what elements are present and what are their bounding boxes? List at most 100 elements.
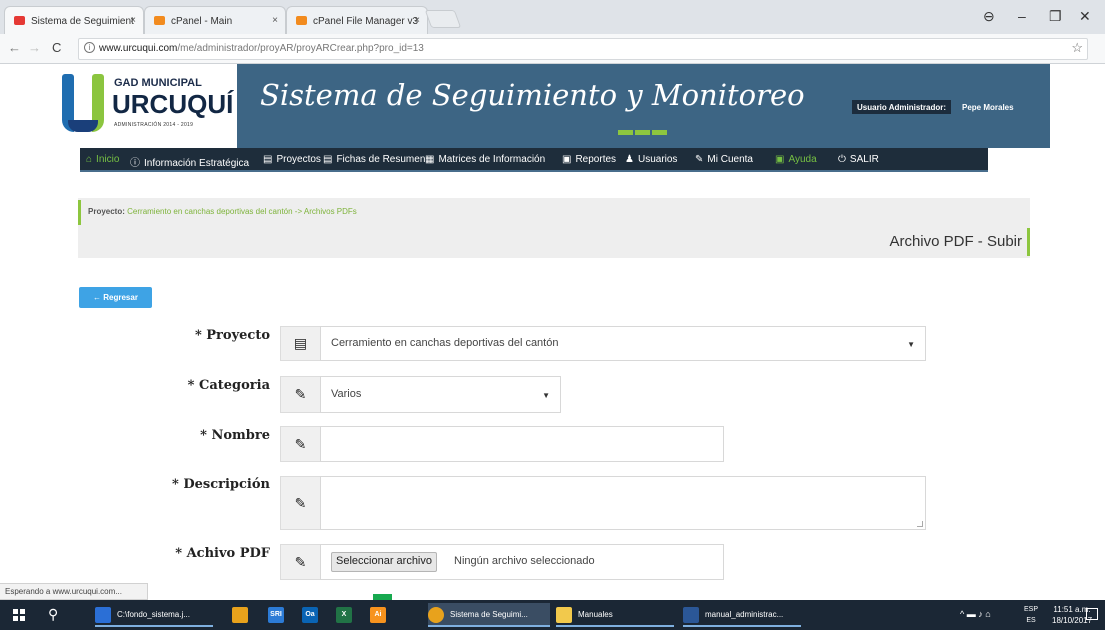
menu-label: SALIR bbox=[849, 154, 879, 165]
word-icon bbox=[683, 607, 699, 623]
menu-item-inicio[interactable]: ⌂ Inicio bbox=[86, 154, 119, 165]
book-icon: ▤ bbox=[263, 154, 273, 165]
chevron-down-icon: ▼ bbox=[542, 391, 550, 400]
pencil-icon: ✎ bbox=[280, 476, 320, 530]
info-icon[interactable]: i bbox=[84, 42, 95, 53]
menu-label: Reportes bbox=[575, 154, 617, 165]
breadcrumb-accent bbox=[78, 200, 81, 225]
excel-icon[interactable]: X bbox=[336, 607, 352, 623]
user-role-label: Usuario Administrador: bbox=[852, 100, 952, 114]
archivo-file-input[interactable]: Seleccionar archivo Ningún archivo selec… bbox=[320, 544, 724, 580]
bookmark-star-icon[interactable]: ☆ bbox=[1071, 40, 1083, 56]
new-tab-button[interactable] bbox=[424, 10, 462, 28]
minimize-button[interactable]: – bbox=[1018, 8, 1026, 24]
outlook-icon[interactable]: Oa bbox=[302, 607, 318, 623]
windows-start-icon[interactable] bbox=[13, 609, 25, 621]
taskbar-app-label: C:\fondo_sistema.j... bbox=[117, 610, 190, 619]
user-name: Pepe Morales bbox=[962, 103, 1014, 112]
power-icon: ⏻ bbox=[838, 154, 846, 165]
url-path: /me/administrador/proyAR/proyARCrear.php… bbox=[177, 43, 424, 54]
notifications-icon[interactable] bbox=[1086, 608, 1098, 620]
home-icon: ⌂ bbox=[86, 154, 93, 165]
table-icon: ▦ bbox=[425, 154, 435, 165]
browser-tab-cpanel-main[interactable]: cPanel - Main × bbox=[144, 6, 286, 34]
system-tray-icons[interactable]: ^ ▬ ♪ ⌂ bbox=[960, 609, 991, 619]
book-icon: ▤ bbox=[280, 326, 320, 361]
page-title-accent bbox=[1027, 228, 1030, 256]
sri-app-icon[interactable]: SRI bbox=[268, 607, 284, 623]
archivo-label: * Achivo PDF bbox=[175, 546, 270, 561]
taskbar-app-chrome[interactable]: Sistema de Seguimi... bbox=[428, 603, 550, 627]
illustrator-icon[interactable]: Ai bbox=[370, 607, 386, 623]
reload-icon[interactable]: C bbox=[52, 40, 61, 55]
cpanel-favicon-icon bbox=[154, 16, 165, 25]
browser-tab-sistema[interactable]: Sistema de Seguimient × bbox=[4, 6, 144, 34]
menu-item-usuarios[interactable]: ♟ Usuarios bbox=[625, 154, 677, 165]
menu-item-fichas-de-resumen[interactable]: ▤ Fichas de Resumen bbox=[323, 154, 425, 165]
taskbar-app-word[interactable]: manual_administrac... bbox=[683, 603, 801, 627]
chrome-icon bbox=[428, 607, 444, 623]
tab-close-icon[interactable]: × bbox=[414, 15, 420, 26]
menu-item-matrices-de-informacion[interactable]: ▦ Matrices de Información bbox=[425, 154, 545, 165]
profile-icon[interactable]: ⊖ bbox=[983, 8, 995, 25]
menu-item-mi-cuenta[interactable]: ✎ Mi Cuenta bbox=[695, 154, 753, 165]
menu-item-reportes[interactable]: ▣ Reportes bbox=[562, 154, 616, 165]
logo-line-1: GAD MUNICIPAL bbox=[114, 77, 202, 89]
menu-item-informacion-estrategica[interactable]: ⓘ Información Estratégica bbox=[130, 154, 249, 169]
lang-line-2: ES bbox=[1026, 617, 1036, 624]
logo-line-3: ADMINISTRACIÓN 2014 - 2019 bbox=[114, 122, 194, 128]
menu-item-ayuda[interactable]: ▣ Ayuda bbox=[775, 154, 817, 165]
taskbar-app-manuales[interactable]: Manuales bbox=[556, 603, 674, 627]
browser-tab-cpanel-file-manager[interactable]: cPanel File Manager v3 × bbox=[286, 6, 428, 34]
browser-toolbar: ← → C i www.urcuqui.com/me/administrador… bbox=[0, 34, 1105, 64]
nombre-input[interactable] bbox=[320, 426, 724, 462]
book-icon: ▤ bbox=[323, 154, 333, 165]
taskbar-app-label: manual_administrac... bbox=[705, 610, 784, 619]
language-indicator[interactable]: ESP ES bbox=[1024, 604, 1038, 626]
tab-label: cPanel File Manager v3 bbox=[313, 16, 419, 27]
pinned-app-icon[interactable] bbox=[232, 607, 248, 623]
pencil-icon: ✎ bbox=[280, 376, 320, 413]
tab-close-icon[interactable]: × bbox=[272, 15, 278, 26]
url-host: www.urcuqui.com bbox=[99, 43, 178, 54]
back-button[interactable]: ← Regresar bbox=[79, 287, 152, 308]
tab-close-icon[interactable]: × bbox=[130, 15, 136, 26]
categoria-select[interactable]: Varios ▼ bbox=[320, 376, 561, 413]
main-menu: ⌂ Inicio ⓘ Información Estratégica ▤ Proyec… bbox=[80, 148, 988, 172]
back-arrow-icon[interactable]: ← bbox=[8, 40, 21, 55]
browser-tab-strip: Sistema de Seguimient × cPanel - Main × … bbox=[0, 0, 1105, 34]
menu-label: Proyectos bbox=[276, 154, 321, 165]
select-file-button[interactable]: Seleccionar archivo bbox=[331, 552, 437, 572]
tab-label: Sistema de Seguimient bbox=[31, 16, 134, 27]
pencil-icon: ✎ bbox=[280, 426, 320, 462]
site-title: Sistema de Seguimiento y Monitoreo bbox=[260, 78, 805, 112]
close-window-button[interactable]: ✕ bbox=[1079, 8, 1091, 25]
maximize-button[interactable]: ❐ bbox=[1049, 8, 1062, 25]
menu-item-salir[interactable]: ⏻ SALIR bbox=[838, 154, 879, 165]
chevron-down-icon: ▼ bbox=[907, 340, 915, 349]
resize-handle-icon[interactable] bbox=[917, 521, 923, 527]
tab-label: cPanel - Main bbox=[171, 16, 233, 27]
forward-arrow-icon[interactable]: → bbox=[28, 40, 41, 55]
search-icon[interactable]: ⚲ bbox=[48, 606, 58, 623]
report-icon: ▣ bbox=[562, 154, 572, 165]
breadcrumb-text: Proyecto: Cerramiento en canchas deporti… bbox=[88, 207, 357, 216]
user-icon: ♟ bbox=[625, 154, 634, 165]
taskbar-app-photoshop[interactable]: C:\fondo_sistema.j... bbox=[95, 603, 213, 627]
breadcrumb-label: Proyecto: bbox=[88, 207, 125, 216]
urcuqui-u-logo-icon bbox=[62, 74, 104, 132]
breadcrumb-link[interactable]: Cerramiento en canchas deportivas del ca… bbox=[127, 207, 357, 216]
folder-icon bbox=[556, 607, 572, 623]
menu-label: Información Estratégica bbox=[144, 158, 250, 169]
breadcrumb: Proyecto: Cerramiento en canchas deporti… bbox=[78, 198, 1030, 258]
site-favicon-icon bbox=[14, 16, 25, 25]
menu-label: Usuarios bbox=[637, 154, 678, 165]
menu-item-proyectos[interactable]: ▤ Proyectos bbox=[263, 154, 321, 165]
taskbar-app-label: Manuales bbox=[578, 610, 613, 619]
municipal-logo[interactable]: GAD MUNICIPAL URCUQUÍ ADMINISTRACIÓN 201… bbox=[40, 64, 237, 148]
descripcion-textarea[interactable] bbox=[320, 476, 926, 530]
proyecto-select[interactable]: Cerramiento en canchas deportivas del ca… bbox=[320, 326, 926, 361]
taskbar-app-label: Sistema de Seguimi... bbox=[450, 610, 528, 619]
address-bar[interactable]: i www.urcuqui.com/me/administrador/proyA… bbox=[78, 38, 1088, 60]
menu-label: Matrices de Información bbox=[438, 154, 546, 165]
